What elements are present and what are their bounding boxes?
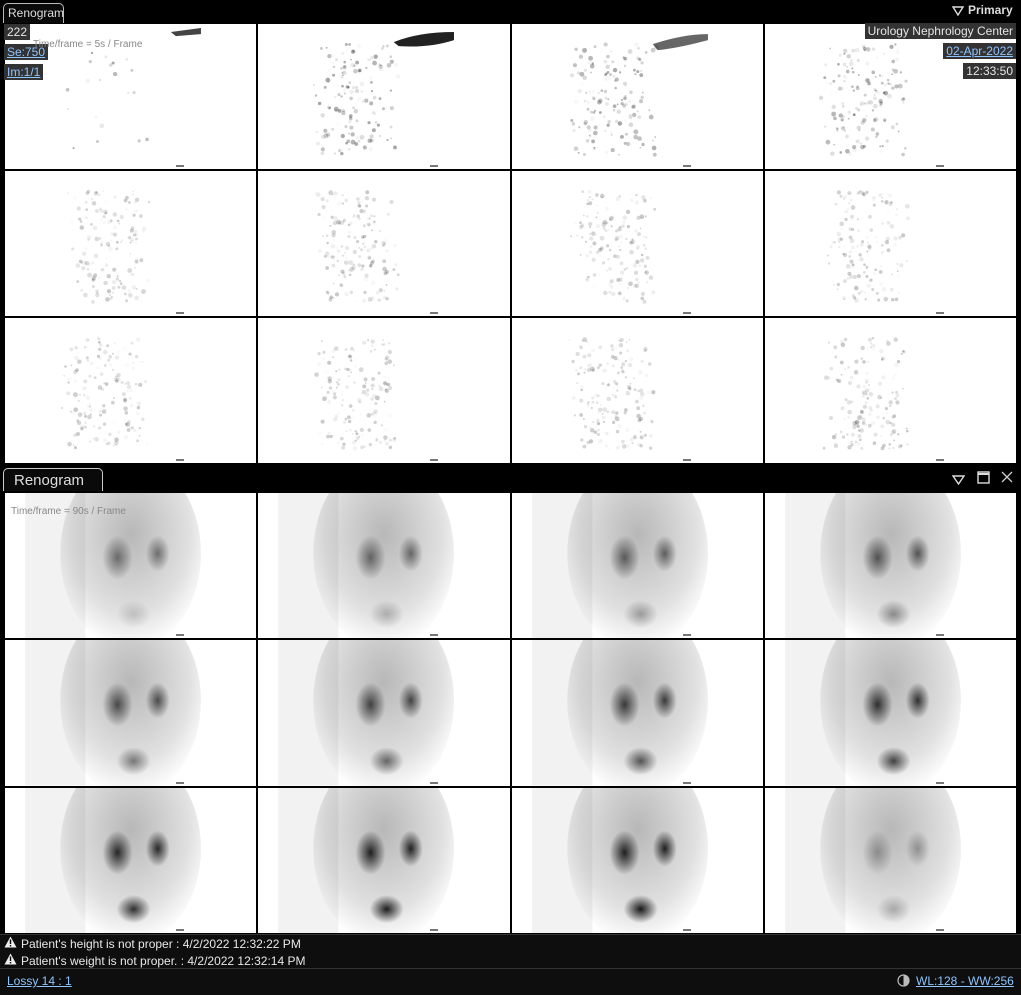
frame-marker (429, 312, 438, 314)
frame-marker (682, 634, 691, 637)
top-right-overlay: Urology Nephrology Center 02-Apr-2022 12… (864, 23, 1016, 83)
institution-name: Urology Nephrology Center (864, 23, 1016, 39)
window-level-link[interactable]: WL:128 - WW:256 (916, 974, 1014, 988)
layout-dropdown-icon[interactable] (951, 4, 965, 19)
frame-marker (682, 459, 691, 461)
image-frame[interactable] (511, 787, 763, 933)
frame-marker (936, 312, 944, 314)
close-icon[interactable] (1001, 471, 1013, 486)
image-frame[interactable] (5, 171, 257, 316)
image-frame[interactable] (764, 171, 1016, 316)
top-left-overlay: 222 Se:750 Im:1/1 (4, 24, 49, 84)
frame-marker (176, 312, 185, 314)
image-frame[interactable] (511, 24, 763, 169)
frame-marker (936, 634, 944, 637)
frame-marker (936, 459, 944, 461)
bottom-viewer-tab[interactable]: Renogram (3, 468, 103, 491)
frame-marker (176, 165, 185, 167)
contrast-icon[interactable] (897, 974, 910, 990)
study-date-link[interactable]: 02-Apr-2022 (943, 43, 1016, 59)
frame-marker (429, 165, 438, 167)
bottom-frame-grid (4, 492, 1017, 934)
compression-link[interactable]: Lossy 14 : 1 (7, 974, 72, 988)
image-frame[interactable] (511, 493, 763, 639)
top-frame-time-label: Time/frame = 5s / Frame (33, 39, 143, 50)
frame-marker (176, 459, 185, 461)
frame-marker (682, 928, 691, 931)
frame-marker (682, 165, 691, 167)
frame-marker (176, 634, 185, 637)
bottom-viewer-panel: Renogram Time/frame = 90s / Frame (0, 468, 1021, 934)
image-frame[interactable] (764, 318, 1016, 463)
warning-row: Patient's weight is not proper. : 4/2/20… (4, 953, 305, 969)
bottom-info-bar: Lossy 14 : 1 WL:128 - WW:256 (0, 968, 1021, 995)
image-frame[interactable] (258, 787, 510, 933)
image-frame[interactable] (511, 171, 763, 316)
frame-marker (682, 312, 691, 314)
frame-marker (429, 634, 438, 637)
frame-marker (429, 459, 438, 461)
frame-marker (682, 781, 691, 784)
image-frame[interactable] (511, 640, 763, 786)
image-link[interactable]: Im:1/1 (4, 64, 44, 80)
warning-text: Patient's weight is not proper. : 4/2/20… (21, 954, 306, 968)
image-frame[interactable] (258, 171, 510, 316)
image-frame[interactable] (764, 493, 1016, 639)
image-frame[interactable] (764, 787, 1016, 933)
warning-icon (4, 953, 18, 969)
image-frame[interactable] (764, 640, 1016, 786)
maximize-icon[interactable] (977, 471, 990, 487)
frame-marker (176, 781, 185, 784)
frame-marker (936, 781, 944, 784)
image-frame[interactable] (258, 493, 510, 639)
image-frame[interactable] (5, 318, 257, 463)
warning-text: Patient's height is not proper : 4/2/202… (21, 937, 301, 951)
study-time: 12:33:50 (963, 63, 1016, 79)
image-frame[interactable] (5, 787, 257, 933)
image-frame[interactable] (258, 24, 510, 169)
frame-marker (429, 928, 438, 931)
warning-status-bar: Patient's height is not proper : 4/2/202… (0, 934, 1021, 968)
bottom-frame-time-label: Time/frame = 90s / Frame (11, 506, 126, 517)
image-frame[interactable] (5, 640, 257, 786)
image-frame[interactable] (511, 318, 763, 463)
patient-id: 222 (4, 24, 31, 40)
layout-label[interactable]: Primary (968, 3, 1013, 17)
frame-marker (936, 165, 944, 167)
top-viewer-tab[interactable]: Renogram (3, 3, 64, 23)
layout-dropdown-icon[interactable] (951, 473, 966, 488)
image-frame[interactable] (258, 318, 510, 463)
top-viewer-tab-title: Renogram (8, 6, 65, 20)
frame-marker (176, 928, 185, 931)
top-frame-grid (4, 23, 1017, 464)
warning-icon (4, 936, 18, 952)
frame-marker (936, 928, 944, 931)
frame-marker (429, 781, 438, 784)
top-viewer-panel: Renogram Primary 222 Se:750 Im:1/1 Time/… (0, 0, 1021, 464)
bottom-viewer-tab-title: Renogram (14, 472, 85, 489)
warning-row: Patient's height is not proper : 4/2/202… (4, 936, 301, 952)
image-frame[interactable] (258, 640, 510, 786)
